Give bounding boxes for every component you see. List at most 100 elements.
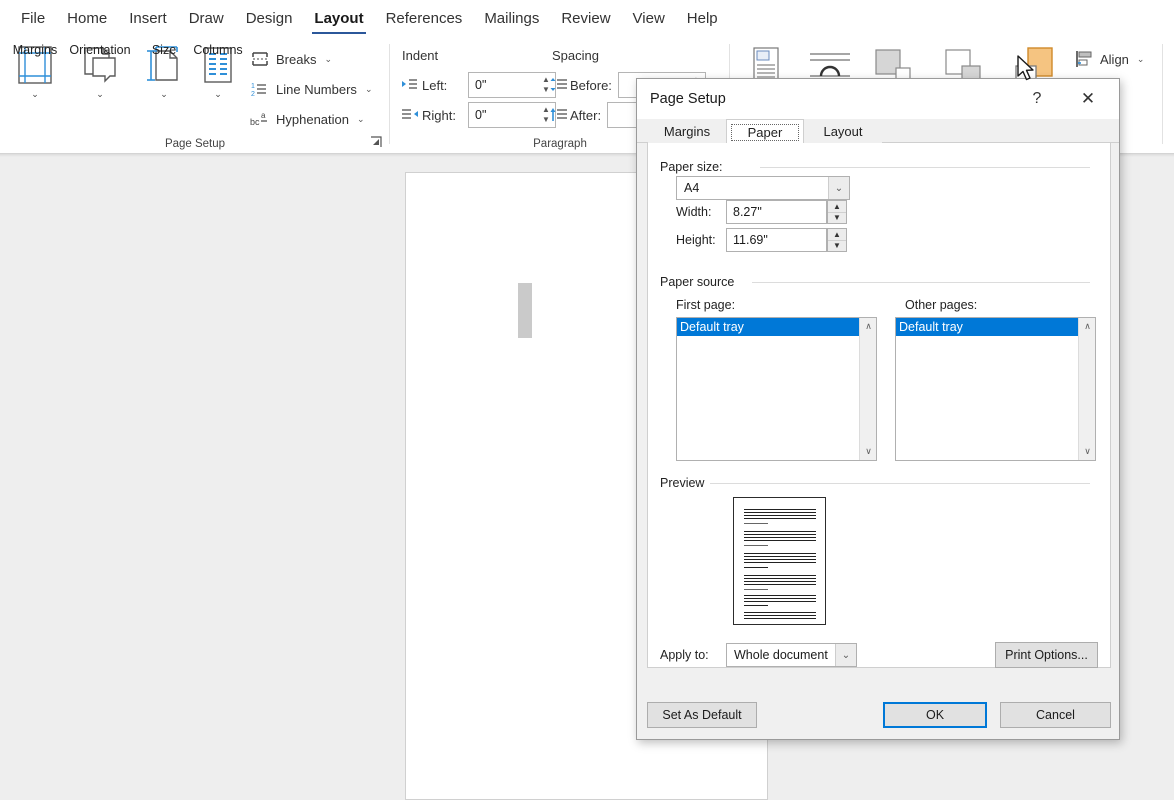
ribbon-tab-file[interactable]: File [10, 0, 56, 38]
first-page-label: First page: [676, 298, 735, 312]
ribbon-tab-draw[interactable]: Draw [178, 0, 235, 38]
cancel-label: Cancel [1036, 708, 1075, 722]
ribbon-tab-strip: File Home Insert Draw Design Layout Refe… [0, 0, 1174, 38]
height-label-text: Height: [676, 233, 716, 247]
other-pages-selected-item[interactable]: Default tray [896, 318, 1078, 336]
height-input[interactable]: 11.69" [726, 228, 827, 252]
svg-text:bc: bc [250, 117, 260, 127]
spacing-section-title: Spacing [552, 48, 599, 63]
height-spin-down-icon[interactable]: ▼ [828, 241, 846, 252]
ok-button[interactable]: OK [883, 702, 987, 728]
page-setup-group-label: Page Setup [164, 138, 226, 150]
dialog-tab-strip: Margins Paper Layout [637, 119, 1119, 144]
width-value: 8.27" [733, 205, 762, 219]
spacing-after-icon [550, 108, 570, 122]
line-numbers-icon: 1 2 [250, 79, 270, 99]
group-separator [1162, 44, 1163, 144]
preview-group-rule [710, 483, 1090, 484]
ribbon-tab-help[interactable]: Help [676, 0, 729, 38]
ribbon-tab-insert[interactable]: Insert [118, 0, 178, 38]
apply-to-label: Apply to: [660, 648, 709, 662]
ribbon-tab-references[interactable]: References [375, 0, 474, 38]
word-application-window: File Home Insert Draw Design Layout Refe… [0, 0, 1174, 800]
breaks-caret-icon: ⌄ [324, 53, 333, 64]
help-icon[interactable]: ? [1017, 79, 1057, 119]
paper-source-group-rule [752, 282, 1090, 283]
align-button[interactable]: Align ⌄ [1074, 46, 1144, 72]
other-pages-scroll-up-icon[interactable]: ∧ [1079, 318, 1096, 335]
width-label: Width: [676, 205, 711, 219]
hyphenation-button[interactable]: bc a Hyphenation ⌄ [250, 106, 365, 132]
svg-text:1: 1 [251, 83, 255, 90]
width-spin-down-icon[interactable]: ▼ [828, 213, 846, 224]
paper-source-group-label: Paper source [660, 275, 740, 289]
width-input[interactable]: 8.27" [726, 200, 827, 224]
ribbon-tab-view[interactable]: View [622, 0, 676, 38]
apply-to-value: Whole document [734, 648, 828, 662]
other-pages-label: Other pages: [905, 298, 977, 312]
height-spinner[interactable]: ▲ ▼ [827, 228, 847, 252]
apply-to-chevron-down-icon[interactable]: ⌄ [835, 644, 856, 666]
page-setup-dialog: Page Setup ? ✕ Margins Paper Layout Pape… [636, 78, 1120, 740]
breaks-button[interactable]: Breaks ⌄ [250, 46, 332, 72]
paper-size-chevron-down-icon[interactable]: ⌄ [828, 177, 849, 199]
indent-left-input[interactable]: 0" ▲ ▼ [468, 72, 556, 98]
paper-size-group-label: Paper size: [660, 160, 728, 174]
breaks-label: Breaks [276, 51, 317, 67]
height-spin-up-icon[interactable]: ▲ [828, 229, 846, 241]
columns-label: Columns [193, 43, 243, 57]
paper-size-combobox[interactable]: A4 ⌄ [676, 176, 850, 200]
set-as-default-button[interactable]: Set As Default [647, 702, 757, 728]
orientation-label: Orientation [69, 43, 131, 57]
indent-right-value: 0" [475, 108, 487, 122]
ok-label: OK [925, 708, 945, 722]
tab-paper-label: Paper [747, 124, 783, 140]
height-label: Height: [676, 233, 716, 247]
indent-right-label: Right: [422, 107, 456, 123]
ribbon-tab-review[interactable]: Review [550, 0, 621, 38]
other-pages-listbox[interactable]: Default tray ∧ ∨ [895, 317, 1096, 461]
indent-right-row: Right: 0" ▲ ▼ [402, 102, 556, 128]
margins-caret-icon[interactable]: ⌄ [31, 89, 39, 100]
ribbon-tab-home[interactable]: Home [56, 0, 118, 38]
columns-button[interactable]: Columns ⌄ [186, 42, 250, 136]
tab-paper[interactable]: Paper [726, 119, 804, 144]
close-icon[interactable]: ✕ [1065, 79, 1111, 119]
spacing-before-icon [550, 78, 570, 92]
page-placeholder-object[interactable] [518, 283, 532, 338]
width-spin-up-icon[interactable]: ▲ [828, 201, 846, 213]
first-page-label-text: First page: [676, 298, 736, 312]
columns-caret-icon[interactable]: ⌄ [214, 89, 222, 100]
ribbon-tab-design[interactable]: Design [235, 0, 304, 38]
orientation-caret-icon[interactable]: ⌄ [96, 89, 104, 100]
other-pages-scrollbar[interactable]: ∧ ∨ [1078, 318, 1095, 460]
spacing-after-label: After: [570, 107, 602, 123]
first-page-scroll-up-icon[interactable]: ∧ [860, 318, 877, 335]
set-as-default-label: Set As Default [662, 708, 742, 722]
first-page-scroll-down-icon[interactable]: ∨ [860, 443, 877, 460]
apply-to-combobox[interactable]: Whole document ⌄ [726, 643, 857, 667]
page-setup-dialog-launcher-icon[interactable] [370, 136, 384, 150]
first-page-selected-item[interactable]: Default tray [677, 318, 859, 336]
size-button[interactable]: Size ⌄ [140, 42, 188, 136]
tab-layout[interactable]: Layout [804, 119, 882, 144]
line-numbers-caret-icon: ⌄ [364, 83, 373, 94]
first-page-scrollbar[interactable]: ∧ ∨ [859, 318, 876, 460]
tab-margins[interactable]: Margins [648, 119, 726, 144]
line-numbers-button[interactable]: 1 2 Line Numbers ⌄ [250, 76, 372, 102]
width-spinner[interactable]: ▲ ▼ [827, 200, 847, 224]
apply-to-label-text: Apply to: [660, 648, 709, 662]
indent-left-icon [402, 78, 422, 92]
cancel-button[interactable]: Cancel [1000, 702, 1111, 728]
hyphenation-caret-icon: ⌄ [357, 113, 365, 124]
size-caret-icon[interactable]: ⌄ [160, 89, 168, 100]
indent-left-row: Left: 0" ▲ ▼ [402, 72, 556, 98]
first-page-listbox[interactable]: Default tray ∧ ∨ [676, 317, 877, 461]
indent-section-title: Indent [402, 48, 439, 63]
orientation-button[interactable]: Orientation ⌄ [58, 42, 142, 136]
indent-right-input[interactable]: 0" ▲ ▼ [468, 102, 556, 128]
print-options-button[interactable]: Print Options... [995, 642, 1098, 668]
other-pages-scroll-down-icon[interactable]: ∨ [1079, 443, 1096, 460]
ribbon-tab-mailings[interactable]: Mailings [473, 0, 550, 38]
ribbon-tab-layout[interactable]: Layout [303, 0, 374, 38]
